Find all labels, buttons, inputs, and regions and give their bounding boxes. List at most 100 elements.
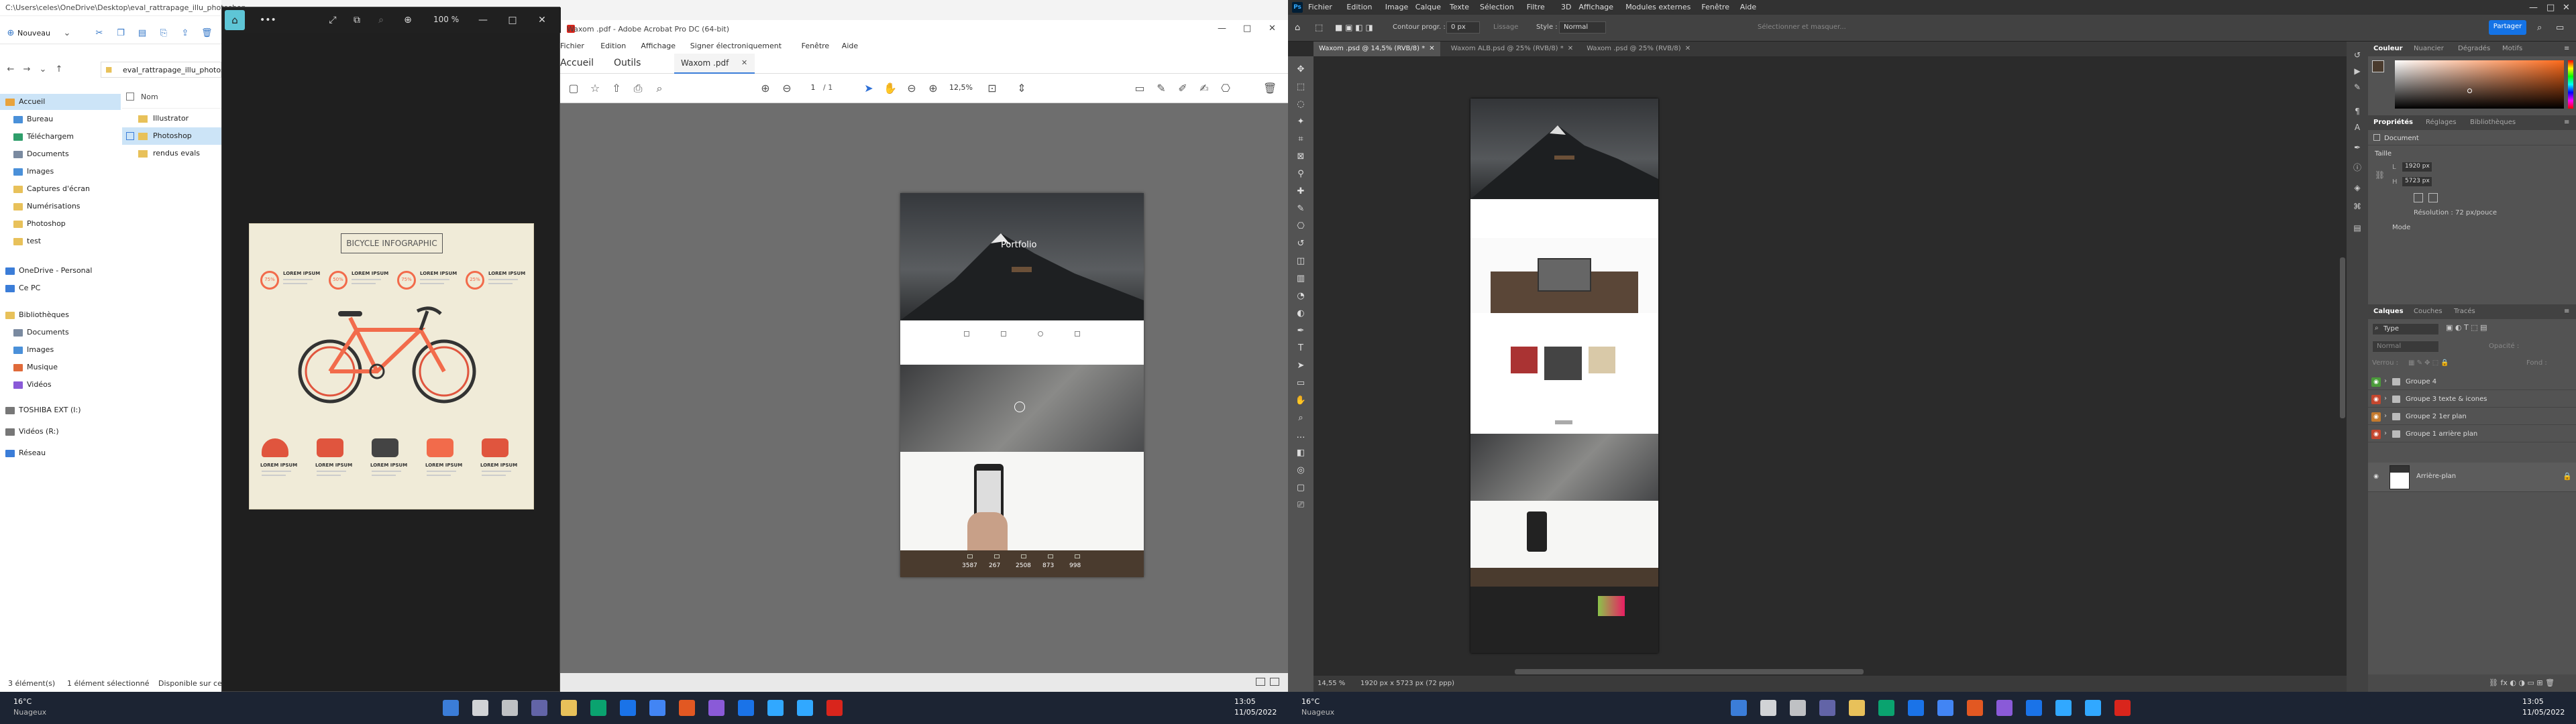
magic-wand-icon[interactable]: ✦ bbox=[1294, 115, 1307, 129]
visibility-eye-icon[interactable]: ◉ bbox=[2371, 472, 2381, 481]
layer-filter-icons[interactable]: ▣ ◐ T ⬚ ▤ bbox=[2446, 323, 2487, 332]
minimize-icon[interactable]: — bbox=[1218, 23, 1226, 34]
start-icon[interactable] bbox=[1731, 700, 1747, 716]
chrome-icon[interactable] bbox=[1908, 700, 1924, 716]
search-icon[interactable] bbox=[1760, 700, 1776, 716]
history-icon[interactable]: ↺ bbox=[2352, 50, 2363, 60]
maximize-icon[interactable]: □ bbox=[1243, 23, 1251, 34]
maximize-icon[interactable]: □ bbox=[506, 14, 519, 26]
link-dimensions-icon[interactable]: ⛓ bbox=[2375, 170, 2385, 180]
weather-temp[interactable]: 16°C bbox=[13, 697, 32, 706]
feather-input[interactable]: 0 px bbox=[1446, 21, 1480, 34]
nav-item[interactable]: TOSHIBA EXT (I:) bbox=[0, 402, 121, 418]
settings-icon[interactable] bbox=[1996, 700, 2012, 716]
blur-tool-icon[interactable]: ◔ bbox=[1294, 290, 1307, 303]
clone-stamp-icon[interactable]: ⎔ bbox=[1294, 220, 1307, 233]
file-explorer-icon[interactable] bbox=[1849, 700, 1865, 716]
nav-item[interactable]: Images bbox=[0, 342, 121, 358]
maximize-icon[interactable]: □ bbox=[2546, 3, 2555, 13]
menu-item[interactable]: Texte bbox=[1450, 3, 1469, 11]
panel-menu-icon[interactable]: ≡ bbox=[2564, 119, 2569, 126]
chrome-profile-icon[interactable] bbox=[1937, 700, 1953, 716]
file-row[interactable]: rendus evals bbox=[122, 145, 221, 162]
nav-item[interactable]: Téléchargem bbox=[0, 129, 121, 145]
menu-item[interactable]: Fenêtre bbox=[802, 42, 830, 50]
healing-brush-icon[interactable]: ✚ bbox=[1294, 185, 1307, 198]
layer-row[interactable]: ◉ › Groupe 3 texte & icones bbox=[2368, 391, 2576, 408]
bookmark-star-icon[interactable]: ☆ bbox=[588, 82, 602, 95]
nav-item[interactable]: Images bbox=[0, 164, 121, 180]
dropdown-icon[interactable]: ⌄ bbox=[62, 28, 72, 39]
cut-icon[interactable]: ✂ bbox=[94, 28, 105, 39]
nav-item[interactable]: Musique bbox=[0, 359, 121, 375]
hue-slider[interactable] bbox=[2568, 60, 2573, 109]
trash-icon[interactable]: 🗑 bbox=[1263, 82, 1277, 95]
zoom-level[interactable]: 100 % bbox=[433, 15, 459, 24]
menu-item[interactable]: Affichage bbox=[641, 42, 676, 50]
menu-item[interactable]: Fichier bbox=[1308, 3, 1332, 11]
hand-icon[interactable]: ✋ bbox=[883, 82, 897, 95]
chrome-profile-icon[interactable] bbox=[649, 700, 665, 716]
gradient-tool-icon[interactable]: ▥ bbox=[1294, 272, 1307, 286]
start-icon[interactable] bbox=[443, 700, 459, 716]
close-tab-icon[interactable]: ✕ bbox=[1568, 45, 1573, 52]
menu-item[interactable]: Edition bbox=[1346, 3, 1372, 11]
row-checkbox[interactable] bbox=[126, 115, 134, 123]
marquee-tool-icon[interactable]: ⬚ bbox=[1294, 80, 1307, 94]
panel-menu-icon[interactable]: ≡ bbox=[2564, 45, 2569, 52]
chevron-right-icon[interactable]: › bbox=[2384, 395, 2387, 402]
workspace-icon[interactable]: ▭ bbox=[2556, 23, 2564, 33]
task-view-icon[interactable] bbox=[502, 700, 518, 716]
weather-temp[interactable]: 16°C bbox=[1301, 697, 1320, 706]
tab-document[interactable]: Waxom .pdf ✕ bbox=[674, 54, 755, 74]
foreground-color-swatch[interactable] bbox=[2372, 60, 2384, 72]
menu-item[interactable]: Aide bbox=[842, 42, 858, 50]
acrobat-icon[interactable] bbox=[826, 700, 843, 716]
landscape-orientation-icon[interactable] bbox=[2428, 193, 2438, 202]
nav-item[interactable]: Bureau bbox=[0, 111, 121, 127]
panel-menu-icon[interactable]: ≡ bbox=[2564, 308, 2569, 315]
select-all-checkbox[interactable] bbox=[126, 93, 134, 101]
screen-mode-icon[interactable]: ▢ bbox=[1294, 481, 1307, 495]
page-down-icon[interactable]: ⊖ bbox=[780, 82, 794, 95]
firefox-icon[interactable] bbox=[679, 700, 695, 716]
visibility-eye-icon[interactable]: ◉ bbox=[2371, 430, 2381, 439]
brush-tool-icon[interactable]: ✎ bbox=[1294, 202, 1307, 216]
layer-row[interactable]: ◉ › Groupe 4 bbox=[2368, 374, 2576, 390]
upload-icon[interactable]: ⇧ bbox=[610, 82, 623, 95]
menu-item[interactable]: Calque bbox=[1415, 3, 1441, 11]
move-tool-icon[interactable]: ✥ bbox=[1294, 63, 1307, 76]
menu-item[interactable]: Fenêtre bbox=[1701, 3, 1729, 11]
marquee-tool-icon[interactable]: ⬚ bbox=[1315, 23, 1323, 33]
layer-filter-select[interactable]: Type ⌕ bbox=[2372, 323, 2439, 335]
pen-tool-icon[interactable]: ✒ bbox=[1294, 324, 1307, 338]
clock-date[interactable]: 11/05/2022 bbox=[1234, 708, 1277, 717]
layer-actions-icons[interactable]: ⛓ fx ◐ ◑ ▭ ⊞ 🗑 bbox=[2489, 678, 2555, 687]
menu-item[interactable]: Affichage bbox=[1578, 3, 1613, 11]
style-select[interactable]: Normal bbox=[1559, 21, 1606, 34]
selection-mode-icons[interactable]: ■ ▣ ◧ ◨ bbox=[1335, 23, 1373, 32]
file-explorer-icon[interactable] bbox=[561, 700, 577, 716]
chevron-right-icon[interactable]: › bbox=[2384, 412, 2387, 420]
zoom-level[interactable]: 12,5% bbox=[949, 83, 973, 92]
home-icon[interactable]: ⌂ bbox=[225, 10, 245, 30]
panel-tab[interactable]: Calques bbox=[2373, 308, 2404, 315]
dodge-tool-icon[interactable]: ◐ bbox=[1294, 307, 1307, 320]
search-icon[interactable]: ⌕ bbox=[653, 82, 666, 95]
width-input[interactable]: 1920 px bbox=[2402, 162, 2432, 172]
artboard-icon[interactable]: ⎚ bbox=[1294, 499, 1307, 512]
menu-item[interactable]: Edition bbox=[600, 42, 626, 50]
single-page-view-icon[interactable] bbox=[1256, 678, 1265, 686]
brush-settings-icon[interactable]: ✎ bbox=[2352, 82, 2363, 93]
panel-tab[interactable]: Réglages bbox=[2426, 119, 2457, 126]
nav-item[interactable]: Vidéos (R:) bbox=[0, 424, 121, 440]
visibility-eye-icon[interactable]: ◉ bbox=[2371, 412, 2381, 422]
chrome-icon[interactable] bbox=[620, 700, 636, 716]
navigator-icon[interactable]: ◈ bbox=[2352, 182, 2363, 193]
crop-icon[interactable]: ⧉ bbox=[351, 14, 363, 26]
share-icon[interactable]: ⇪ bbox=[180, 28, 191, 39]
zoom-in-icon[interactable]: ⊕ bbox=[926, 82, 940, 95]
document-tab[interactable]: Waxom .psd @ 25% (RVB/8) ✕ bbox=[1581, 42, 1696, 56]
panel-tab[interactable]: Bibliothèques bbox=[2470, 119, 2516, 126]
glyphs-icon[interactable]: ⌘ bbox=[2352, 201, 2363, 212]
